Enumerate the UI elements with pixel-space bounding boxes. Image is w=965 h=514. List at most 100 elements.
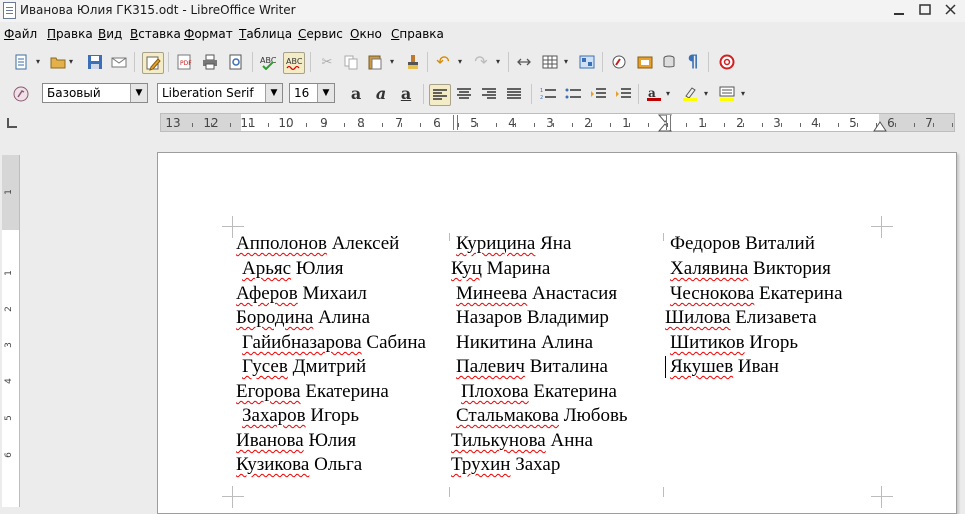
close-button[interactable] [938,1,964,20]
ruler-tick [268,123,269,127]
insert-table-icon[interactable] [541,53,559,71]
autospellcheck-icon[interactable]: ABC [283,52,305,74]
italic-icon[interactable]: a [372,85,390,103]
ruler-tick [781,123,782,127]
menu-edit[interactable]: Правка [47,27,93,41]
bold-icon[interactable]: a [347,85,365,103]
spellcheck-icon[interactable]: ABC [259,53,277,71]
ruler-tick [439,123,440,127]
image-icon[interactable] [578,53,596,71]
document-page[interactable]: Апполонов Алексей Арьяс Юлия Аферов Миха… [157,152,957,514]
export-pdf-icon[interactable]: PDF [175,53,193,71]
cut-icon[interactable]: ✂ [318,53,336,71]
chevron-down-icon[interactable]: ▼ [317,84,334,102]
email-icon[interactable] [110,53,128,71]
text-boundary-mark [222,486,244,508]
chevron-down-icon[interactable]: ▼ [265,84,282,102]
menu-tools[interactable]: Сервис [298,27,343,41]
open-folder-icon[interactable] [49,53,67,71]
tab-stop-selector-icon[interactable] [7,118,17,128]
highlight-icon[interactable] [681,85,699,103]
name-line: Якушев Иван [670,356,779,377]
bullets-icon[interactable] [564,85,582,103]
minimize-button[interactable] [886,1,912,20]
navigator-icon[interactable] [610,53,628,71]
redo-dropdown-icon[interactable]: ▾ [496,58,503,66]
ruler-label: 5 [849,116,857,130]
save-icon[interactable] [86,53,104,71]
paste-icon[interactable] [366,53,384,71]
increase-indent-icon[interactable] [614,85,632,103]
name-line: Егорова Екатерина [236,381,389,402]
undo-dropdown-icon[interactable]: ▾ [458,58,465,66]
redo-icon[interactable]: ↷ [472,53,490,71]
align-left-icon[interactable] [429,84,451,106]
clone-formatting-icon[interactable] [404,53,422,71]
ruler-tick [553,123,554,127]
gallery-icon[interactable] [636,53,654,71]
maximize-button[interactable] [912,1,938,20]
background-color-dropdown-icon[interactable]: ▾ [741,90,748,98]
name-line: Апполонов Алексей [236,233,400,254]
svg-text:PDF: PDF [180,60,192,67]
menu-format[interactable]: Формат [184,27,233,41]
name-line: Иванова Юлия [236,430,357,451]
formatting-marks-icon[interactable]: ¶ [684,53,702,71]
paragraph-style-select[interactable]: Базовый ▼ [42,83,148,103]
copy-icon[interactable] [342,53,360,71]
ruler-label: 10 [278,116,294,130]
font-size-select[interactable]: 16 ▼ [289,83,335,103]
chevron-down-icon[interactable]: ▼ [130,84,147,102]
help-icon[interactable] [718,53,736,71]
ruler-tick [648,123,649,127]
open-dropdown-icon[interactable]: ▾ [69,58,76,66]
paragraph-style-value: Базовый [47,86,101,100]
styles-icon[interactable] [12,85,30,103]
numbering-icon[interactable]: 12 [539,85,557,103]
font-name-select[interactable]: Liberation Serif ▼ [157,83,283,103]
background-color-icon[interactable] [718,85,736,103]
new-document-icon[interactable] [12,53,30,71]
menu-insert[interactable]: Вставка [130,27,181,41]
highlight-dropdown-icon[interactable]: ▾ [704,90,711,98]
align-center-icon[interactable] [455,85,473,103]
hyperlink-icon[interactable] [515,53,533,71]
edit-mode-icon[interactable] [142,52,164,74]
name-line: Минеева Анастасия [456,283,618,304]
vertical-ruler[interactable]: 1 1 2 3 4 5 6 [2,155,20,507]
menu-help[interactable]: Справка [391,27,444,41]
menu-window[interactable]: Окно [350,27,382,41]
decrease-indent-icon[interactable] [589,85,607,103]
name-line: Федоров Виталий [670,233,815,254]
new-dropdown-icon[interactable]: ▾ [36,58,43,66]
menu-view[interactable]: Вид [98,27,122,41]
menu-table[interactable]: Таблица [239,27,292,41]
ruler-tick [933,123,934,127]
text-boundary-mark [871,486,893,508]
menu-file[interactable]: Файл [4,27,37,41]
name-line: Назаров Владимир [456,307,609,328]
justify-icon[interactable] [505,85,523,103]
ruler-tick [743,123,744,127]
font-color-icon[interactable]: a [645,85,663,103]
svg-text:ABC: ABC [260,56,276,65]
name-line: Кузикова Ольга [236,454,363,475]
font-color-dropdown-icon[interactable]: ▾ [666,90,673,98]
print-icon[interactable] [201,53,219,71]
ruler-tick [876,123,877,127]
undo-icon[interactable]: ↶ [434,53,452,71]
horizontal-ruler[interactable]: 13 12 11 10 9 8 7 6 5 4 3 2 1 1 2 3 4 5 … [160,113,955,132]
table-dropdown-icon[interactable]: ▾ [564,58,571,66]
name-line: Тилькунова Анна [451,430,593,451]
name-line: Трухин Захар [451,454,561,475]
paste-dropdown-icon[interactable]: ▾ [390,58,397,66]
font-name-value: Liberation Serif [162,86,254,100]
window-title: Иванова Юлия ГК315.odt - LibreOffice Wri… [20,3,296,17]
underline-icon[interactable]: a [397,85,415,103]
ruler-label: 11 [240,116,256,130]
name-line: Гайибназарова Сабина [242,332,426,353]
name-line: Захаров Игорь [242,405,360,426]
print-preview-icon[interactable] [227,53,245,71]
align-right-icon[interactable] [480,85,498,103]
data-sources-icon[interactable] [660,53,678,71]
